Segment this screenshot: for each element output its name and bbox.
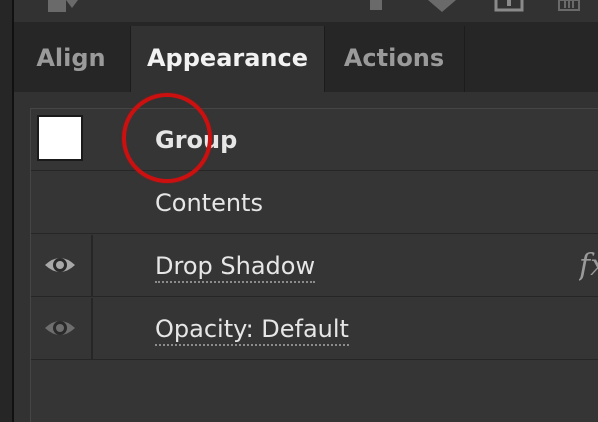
group-row[interactable]: Group <box>31 109 598 171</box>
trash-icon[interactable] <box>558 0 580 12</box>
left-gutter <box>0 0 12 422</box>
contents-row[interactable]: Contents <box>31 172 598 234</box>
group-label: Group <box>155 126 238 154</box>
bar-icon[interactable] <box>370 0 382 10</box>
appearance-panel-window: Align Appearance Actions Group Contents <box>0 0 598 422</box>
appearance-list: Group Contents Drop Shadow fx <box>30 108 598 422</box>
visibility-toggle[interactable] <box>31 298 93 359</box>
drop-shadow-label[interactable]: Drop Shadow <box>155 252 316 283</box>
appearance-panel-body: Group Contents Drop Shadow fx <box>14 92 598 422</box>
eye-icon[interactable] <box>43 251 77 279</box>
fx-icon[interactable]: fx <box>579 235 598 297</box>
tab-align[interactable]: Align <box>14 26 128 92</box>
drop-shadow-row[interactable]: Drop Shadow fx <box>31 235 598 297</box>
visibility-toggle[interactable] <box>31 235 93 296</box>
opacity-row[interactable]: Opacity: Default <box>31 298 598 360</box>
contents-label[interactable]: Contents <box>155 172 263 234</box>
eye-icon[interactable] <box>43 314 77 342</box>
tab-appearance[interactable]: Appearance <box>130 26 325 92</box>
new-item-icon[interactable] <box>494 0 524 12</box>
drop-shadow-link[interactable]: Drop Shadow <box>155 235 316 297</box>
chevron-down-icon[interactable] <box>428 0 456 12</box>
top-toolbar <box>14 0 598 23</box>
opacity-link[interactable]: Opacity: Default <box>155 298 349 360</box>
move-to-icon[interactable] <box>48 0 82 14</box>
group-thumbnail <box>37 115 83 161</box>
tab-bar: Align Appearance Actions <box>14 22 598 92</box>
tab-actions[interactable]: Actions <box>324 26 465 92</box>
opacity-label[interactable]: Opacity: Default <box>155 315 349 346</box>
